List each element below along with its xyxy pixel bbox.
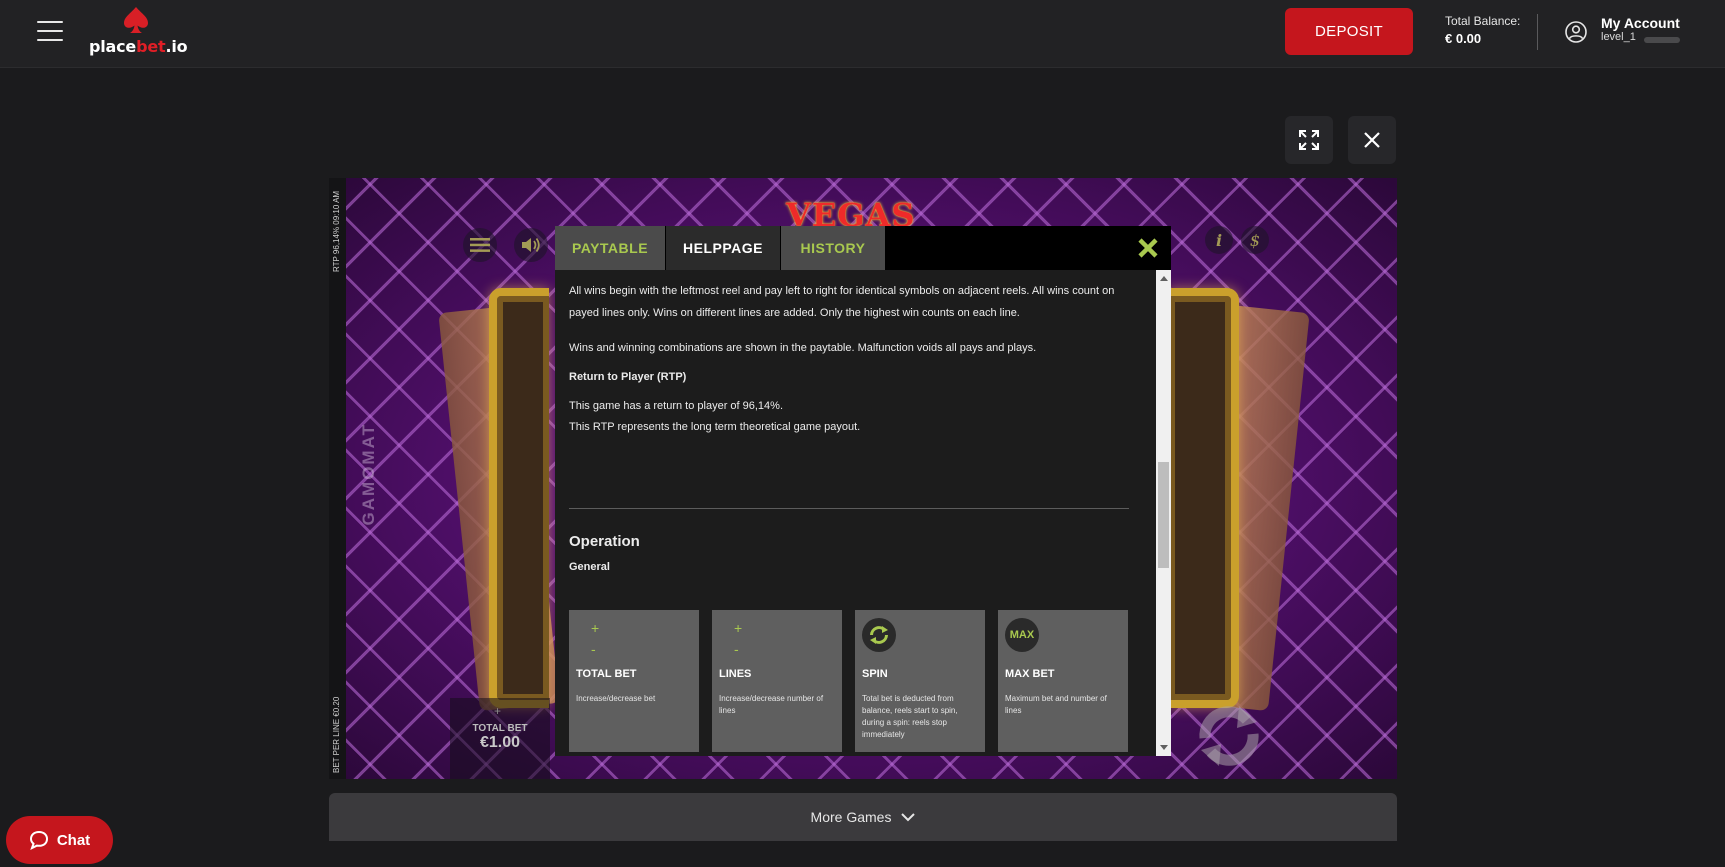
- scroll-down-icon[interactable]: [1160, 745, 1168, 750]
- close-icon: [1364, 132, 1380, 148]
- modal-close-icon[interactable]: [1135, 235, 1161, 261]
- info-button[interactable]: i: [1205, 226, 1233, 254]
- provider-logo: GAMOMAT: [359, 423, 378, 526]
- close-game-button[interactable]: [1348, 116, 1396, 164]
- plus-minus-icon: + -: [591, 620, 600, 657]
- spade-icon: [124, 7, 148, 33]
- chat-button[interactable]: Chat: [6, 816, 113, 864]
- rtp-line-2: This RTP represents the long term theore…: [569, 421, 861, 433]
- operation-heading: Operation: [569, 533, 640, 550]
- level-progress-bar: [1644, 37, 1680, 43]
- chevron-down-icon: [901, 813, 916, 822]
- account-name: My Account: [1601, 15, 1680, 31]
- account-level: level_1: [1601, 31, 1636, 43]
- card-desc: Increase/decrease bet: [576, 694, 656, 703]
- tab-history[interactable]: HISTORY: [781, 226, 885, 270]
- card-desc: Maximum bet and number of lines: [1005, 694, 1107, 715]
- header-divider: [1537, 14, 1538, 50]
- rtp-heading: Return to Player (RTP): [569, 371, 687, 383]
- expand-icon: [1299, 130, 1319, 150]
- tab-paytable[interactable]: PAYTABLE: [555, 226, 665, 270]
- tab-helppage[interactable]: HELPPAGE: [666, 226, 780, 270]
- sound-button[interactable]: [514, 228, 548, 262]
- paytable-paragraph: Wins and winning combinations are shown …: [569, 342, 1037, 354]
- top-header: placebet.io DEPOSIT Total Balance: € 0.0…: [0, 0, 1725, 68]
- reel-frame-right: [1169, 288, 1239, 708]
- fullscreen-button[interactable]: [1285, 116, 1333, 164]
- scroll-up-icon[interactable]: [1160, 276, 1168, 281]
- max-bet-icon: MAX: [1005, 618, 1039, 652]
- help-scrollbar[interactable]: [1156, 270, 1171, 756]
- more-games-toggle[interactable]: More Games: [329, 793, 1397, 841]
- deposit-button[interactable]: DEPOSIT: [1285, 8, 1413, 55]
- info-strip: RTP 96,14% 09:10 AM BET PER LINE €0.20: [329, 178, 346, 779]
- card-title: LINES: [719, 668, 752, 680]
- card-title: TOTAL BET: [576, 668, 637, 680]
- menu-icon[interactable]: [37, 21, 63, 43]
- chat-label: Chat: [56, 831, 91, 849]
- speaker-icon: [522, 237, 540, 253]
- rtp-line-1: This game has a return to player of 96,1…: [569, 400, 784, 412]
- dollar-icon: $: [1249, 230, 1261, 250]
- card-desc: Increase/decrease number of lines: [719, 694, 824, 715]
- spin-icon[interactable]: [1191, 698, 1267, 774]
- info-icon: i: [1215, 230, 1223, 250]
- help-content[interactable]: All wins begin with the leftmost reel an…: [569, 280, 1129, 752]
- total-bet-label: TOTAL BET: [472, 723, 528, 734]
- card-desc: Total bet is deducted from balance, reel…: [862, 694, 958, 739]
- wins-paragraph: All wins begin with the leftmost reel an…: [569, 285, 1115, 319]
- help-card-spin: SPIN Total bet is deducted from balance,…: [855, 610, 985, 752]
- rtp-time-text: RTP 96,14% 09:10 AM: [332, 190, 341, 272]
- increase-bet-icon[interactable]: +: [494, 704, 501, 718]
- user-icon: [1565, 21, 1587, 43]
- reel-frame-left: [489, 288, 549, 708]
- help-card-total-bet: + - TOTAL BET Increase/decrease bet: [569, 610, 699, 752]
- total-bet-control[interactable]: + TOTAL BET €1.00: [450, 698, 550, 779]
- card-title: MAX BET: [1005, 668, 1055, 680]
- help-modal: PAYTABLE HELPPAGE HISTORY All wins begin…: [555, 226, 1171, 756]
- balance-value: € 0.00: [1445, 31, 1482, 46]
- more-games-label: More Games: [810, 809, 892, 825]
- modal-tab-bar: PAYTABLE HELPPAGE HISTORY: [555, 226, 1171, 270]
- site-logo[interactable]: placebet.io: [89, 6, 199, 58]
- plus-minus-icon: + -: [734, 620, 743, 657]
- spin-icon: [862, 618, 896, 652]
- total-balance: Total Balance: € 0.00: [1445, 14, 1520, 46]
- help-card-lines: + - LINES Increase/decrease number of lin…: [712, 610, 842, 752]
- menu-icon: [470, 238, 490, 252]
- section-divider: [569, 508, 1129, 509]
- card-title: SPIN: [862, 668, 888, 680]
- game-menu-button[interactable]: [463, 228, 497, 262]
- logo-text: placebet.io: [89, 37, 188, 56]
- currency-button[interactable]: $: [1241, 226, 1269, 254]
- scrollbar-thumb[interactable]: [1158, 462, 1169, 568]
- balance-label: Total Balance:: [1445, 14, 1521, 28]
- help-card-max-bet: MAX MAX BET Maximum bet and number of li…: [998, 610, 1128, 752]
- total-bet-value: €1.00: [479, 734, 521, 751]
- general-heading: General: [569, 561, 610, 573]
- bet-per-line-text: BET PER LINE €0.20: [332, 696, 341, 773]
- chat-bubble-icon: [29, 830, 48, 850]
